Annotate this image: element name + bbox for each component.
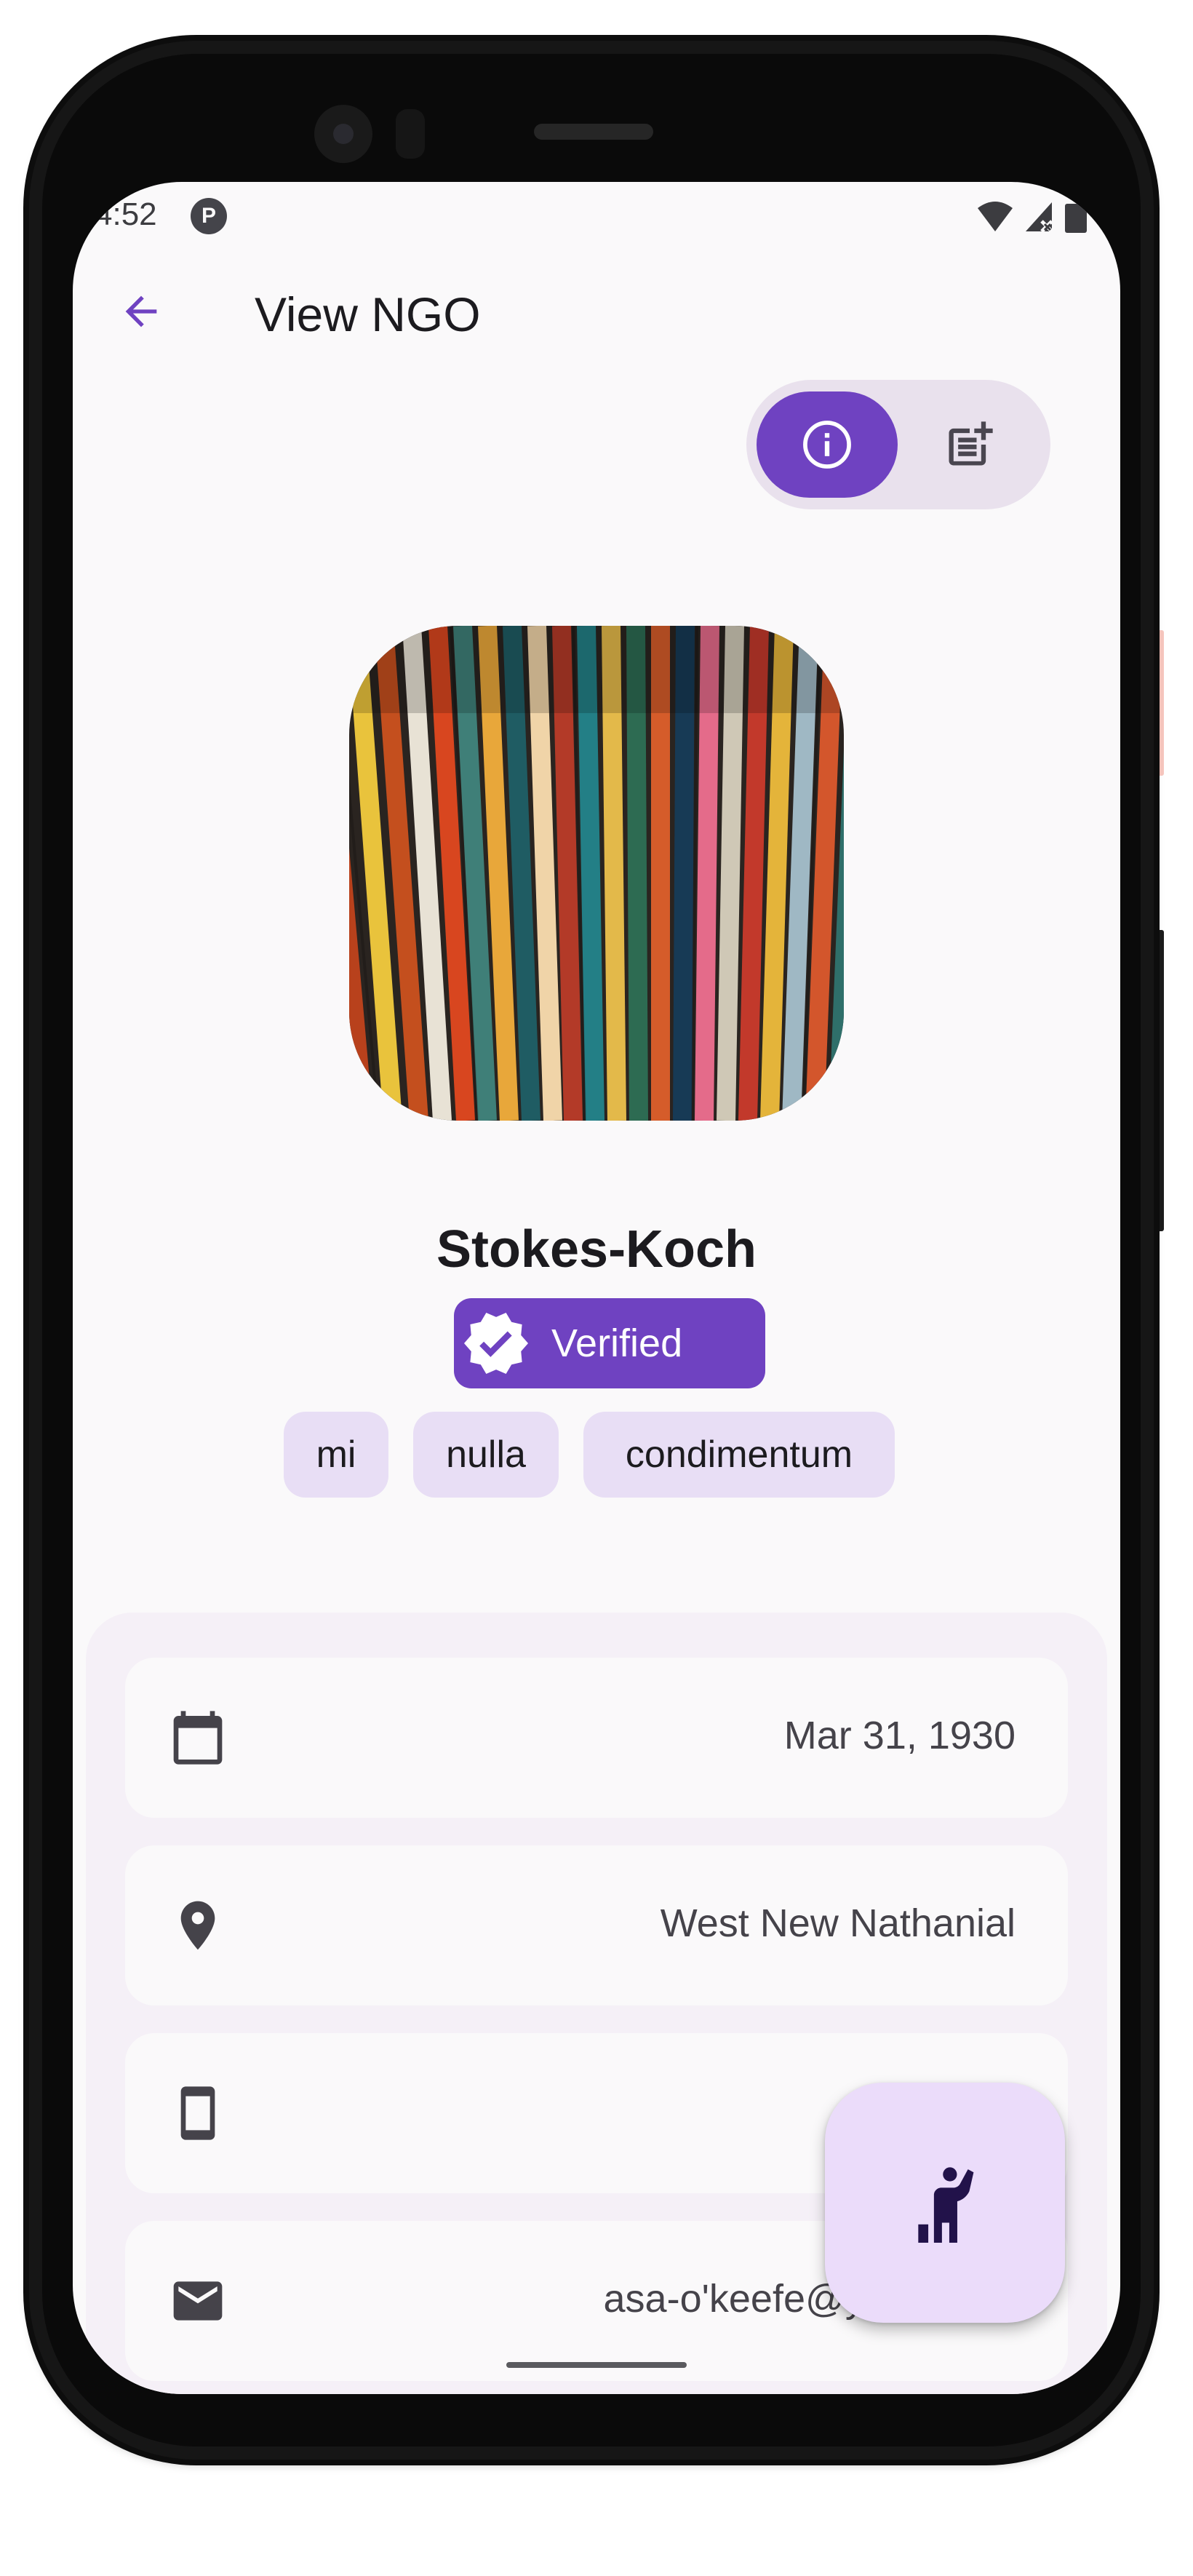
front-camera: [314, 105, 372, 163]
ngo-avatar-image: [349, 626, 844, 1121]
wifi-signal-battery-icon: [978, 202, 1087, 233]
email-icon: [173, 2281, 223, 2321]
notification-app-icon: P: [191, 198, 227, 234]
home-indicator[interactable]: [506, 2362, 687, 2368]
phone-volume-button: [1154, 930, 1164, 1231]
view-toggle: [746, 380, 1050, 509]
tag-chip: nulla: [413, 1412, 559, 1498]
arrow-back-icon: [125, 295, 157, 327]
calendar-icon: [173, 1711, 223, 1765]
tag-chip: condimentum: [583, 1412, 895, 1498]
volunteer-person-icon: [918, 2167, 974, 2243]
smartphone-icon: [180, 2086, 215, 2140]
tag-list: mi nulla condimentum: [73, 1412, 1120, 1506]
location-pin-icon: [180, 1901, 215, 1950]
ngo-name: Stokes-Koch: [436, 1220, 757, 1279]
posts-tab-button[interactable]: [899, 391, 1040, 498]
status-icons: [975, 196, 1120, 237]
detail-row-location: West New Nathanial: [125, 1845, 1068, 2005]
status-time: 4:52: [95, 196, 157, 232]
info-icon: [803, 421, 851, 469]
volunteer-fab[interactable]: [825, 2083, 1065, 2323]
app-screen: 4:52 P View NGO Stokes-Koch Verified mi …: [73, 182, 1120, 2394]
status-bar: 4:52 P: [73, 182, 1120, 247]
back-button[interactable]: [105, 275, 177, 348]
colorful-threads-image: [349, 626, 844, 1121]
top-app-bar: View NGO: [73, 247, 1120, 378]
proximity-sensor: [396, 109, 425, 159]
info-tab-button[interactable]: [757, 391, 898, 498]
earpiece-speaker: [534, 124, 653, 140]
verified-check-icon: [464, 1313, 528, 1374]
detail-date-value: Mar 31, 1930: [783, 1714, 1016, 1757]
verified-badge: Verified: [454, 1298, 765, 1388]
phone-side-accent: [1154, 630, 1164, 776]
post-add-icon: [949, 421, 993, 466]
detail-location-value: West New Nathanial: [660, 1901, 1016, 1945]
page-title: View NGO: [255, 287, 481, 341]
detail-row-date: Mar 31, 1930: [125, 1658, 1068, 1818]
tag-chip: mi: [284, 1412, 388, 1498]
verified-label: Verified: [551, 1321, 683, 1365]
